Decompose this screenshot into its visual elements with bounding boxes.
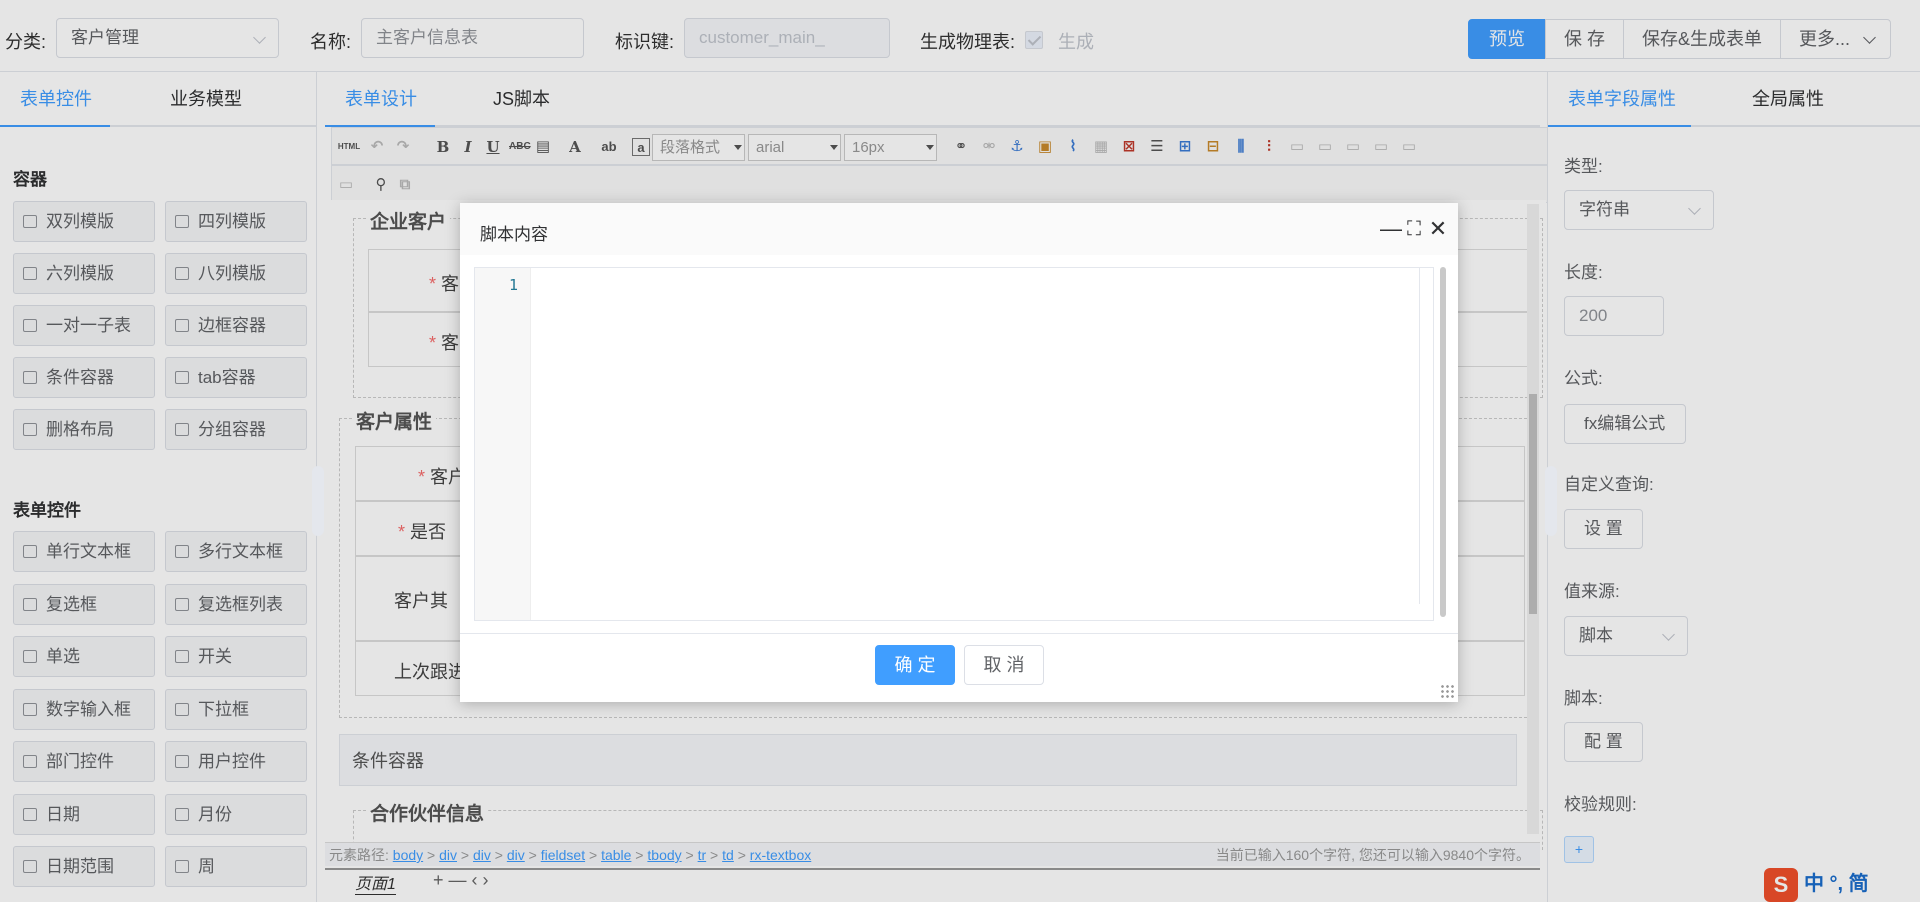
collapse-right-handle[interactable]: [1545, 466, 1557, 536]
maximize-icon[interactable]: ⛶: [1404, 219, 1424, 239]
minimize-icon[interactable]: —: [1380, 218, 1402, 240]
line-number-gutter: 1: [475, 268, 531, 620]
dialog-footer: 确 定 取 消: [460, 633, 1458, 702]
cancel-button[interactable]: 取 消: [964, 645, 1044, 685]
confirm-button[interactable]: 确 定: [875, 645, 955, 685]
dialog-title: 脚本内容: [480, 225, 548, 244]
line-number: 1: [508, 276, 518, 294]
collapse-left-handle[interactable]: [312, 466, 324, 536]
close-icon[interactable]: ✕: [1428, 218, 1448, 240]
editor-scrollbar[interactable]: [1419, 268, 1429, 604]
script-content-dialog: 脚本内容 — ⛶ ✕ 1 确 定 取 消: [460, 203, 1458, 702]
dialog-scrollbar[interactable]: [1440, 267, 1446, 617]
dialog-header: 脚本内容 — ⛶ ✕: [460, 203, 1458, 255]
resize-handle-icon[interactable]: [1440, 684, 1454, 698]
code-editor[interactable]: 1: [474, 267, 1434, 621]
